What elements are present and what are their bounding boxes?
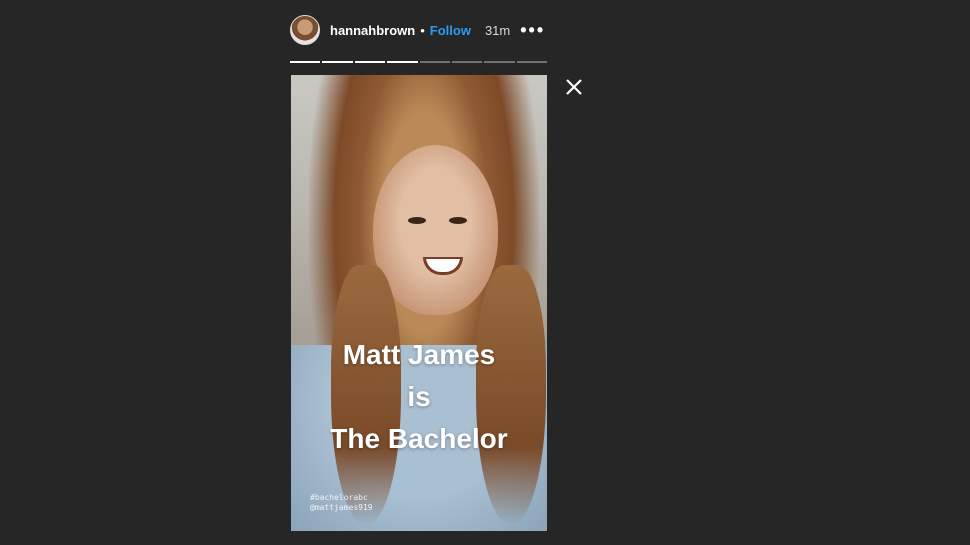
story-photo-eye [449,217,467,224]
progress-segment [451,61,483,63]
close-icon[interactable] [562,75,586,99]
story-progress-bar [290,61,547,63]
progress-segment [484,61,515,63]
story-header: hannahbrown • Follow 31m ••• [290,14,545,46]
progress-segment [387,61,418,63]
timestamp: 31m [484,22,511,38]
story-tags: #bachelorabc @mattjames919 [310,493,373,513]
username[interactable]: hannahbrown [330,23,415,38]
progress-segment [516,61,547,63]
separator-dot: • [420,22,425,38]
story-caption-line-3: The Bachelor [330,423,508,454]
story-caption-line-1: Matt James [342,339,496,370]
story-media[interactable]: Matt James is The Bachelor #bachelorabc … [291,75,547,531]
progress-segment [354,61,386,63]
story-caption-line-2: is [407,381,431,412]
mention[interactable]: @mattjames919 [310,503,373,513]
story-photo-eye [408,217,426,224]
progress-segment [290,61,321,63]
story-photo-face [373,145,498,315]
more-options-icon[interactable]: ••• [520,21,545,39]
avatar[interactable] [290,15,320,45]
progress-segment [322,61,353,63]
follow-button[interactable]: Follow [430,23,471,38]
progress-segment [419,61,450,63]
hashtag[interactable]: #bachelorabc [310,493,373,503]
